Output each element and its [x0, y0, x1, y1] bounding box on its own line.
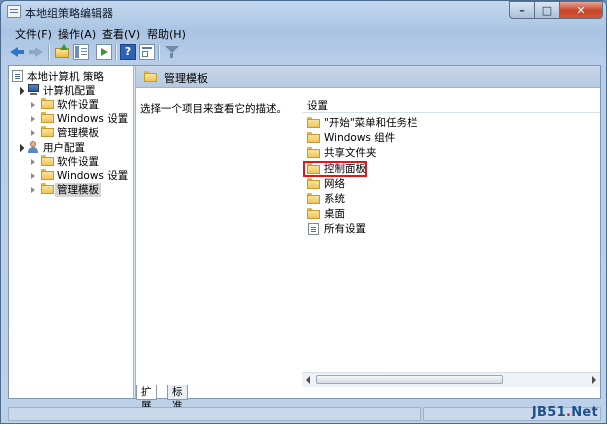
tree-node-label: 软件设置 [57, 99, 99, 111]
folder-icon [307, 147, 320, 158]
scrollbar-thumb[interactable] [316, 375, 503, 384]
content-area: 本地计算机 策略 计算机配置 软件设置 Windows 设置 管理模板 用户配置… [8, 65, 601, 399]
folder-icon [307, 117, 320, 128]
policy-doc-icon [12, 70, 23, 82]
list-item-label: 所有设置 [324, 223, 366, 235]
scroll-left-icon[interactable] [306, 376, 310, 384]
tab-standard[interactable]: 标准 [167, 385, 188, 412]
show-tree-icon[interactable] [73, 44, 89, 60]
menu-action[interactable]: 操作(A) [58, 26, 96, 42]
window-controls: – □ ✕ [509, 1, 603, 20]
collapsed-caret-icon[interactable] [31, 173, 35, 179]
list-item-label: 共享文件夹 [324, 147, 377, 159]
settings-doc-icon [308, 223, 319, 235]
watermark: JB51.Net [532, 405, 598, 420]
collapsed-caret-icon[interactable] [31, 130, 35, 136]
close-button[interactable]: ✕ [560, 1, 603, 19]
folder-icon [41, 169, 54, 180]
folder-icon [144, 71, 157, 82]
tree-node-label: 软件设置 [57, 156, 99, 168]
filter-icon[interactable] [164, 44, 180, 60]
details-header: 管理模板 [136, 66, 600, 88]
description-text: 选择一个项目来查看它的描述。 [140, 103, 287, 115]
folder-icon [41, 183, 54, 194]
folder-icon [307, 178, 320, 189]
export-list-icon[interactable] [96, 44, 112, 60]
toolbar-divider [48, 45, 49, 61]
column-header-label: 设置 [307, 100, 328, 112]
toolbar: ? [1, 41, 606, 65]
help-icon[interactable]: ? [120, 44, 136, 60]
forward-arrow-icon[interactable] [28, 44, 44, 60]
column-header-setting[interactable]: 设置 [302, 95, 600, 113]
highlight-box [303, 161, 367, 177]
folder-icon [307, 208, 320, 219]
navigation-tree[interactable]: 本地计算机 策略 计算机配置 软件设置 Windows 设置 管理模板 用户配置… [9, 66, 133, 398]
tree-node-label: 管理模板 [55, 183, 101, 197]
list-item-label: 网络 [324, 178, 345, 190]
folder-icon [307, 132, 320, 143]
tree-node-label: Windows 设置 [57, 113, 129, 125]
collapsed-caret-icon[interactable] [31, 159, 35, 165]
window: 本地组策略编辑器 – □ ✕ 文件(F) 操作(A) 查看(V) 帮助(H) ?… [0, 0, 607, 424]
menu-bar: 文件(F) 操作(A) 查看(V) 帮助(H) [1, 23, 606, 42]
expanded-caret-icon[interactable] [15, 86, 25, 96]
back-arrow-icon[interactable] [9, 44, 25, 60]
tab-extended[interactable]: 扩展 [136, 385, 157, 412]
folder-icon [41, 155, 54, 166]
list-item-label: "开始"菜单和任务栏 [324, 117, 418, 129]
details-pane: 管理模板 选择一个项目来查看它的描述。 设置 "开始"菜单和任务栏 Window… [136, 66, 600, 398]
status-bar [1, 401, 606, 423]
toolbar-divider [115, 45, 116, 61]
folder-icon [41, 126, 54, 137]
menu-view[interactable]: 查看(V) [102, 26, 140, 42]
app-icon [7, 5, 21, 18]
collapsed-caret-icon[interactable] [31, 102, 35, 108]
maximize-button[interactable]: □ [535, 1, 560, 19]
tree-node-label: 本地计算机 策略 [27, 71, 104, 83]
status-cell [8, 407, 421, 421]
scroll-right-icon[interactable] [592, 376, 596, 384]
window-title: 本地组策略编辑器 [25, 7, 113, 20]
watermark-text: JB51 [531, 405, 566, 420]
list-item-label: 系统 [324, 193, 345, 205]
menu-file[interactable]: 文件(F) [15, 26, 52, 42]
list-item-label: 桌面 [324, 208, 345, 220]
folder-icon [307, 193, 320, 204]
tree-node-label: Windows 设置 [57, 170, 129, 182]
menu-help[interactable]: 帮助(H) [147, 26, 186, 42]
collapsed-caret-icon[interactable] [31, 187, 35, 193]
tree-node-label: 计算机配置 [43, 85, 96, 97]
title-bar[interactable]: 本地组策略编辑器 – □ ✕ [1, 1, 606, 23]
toolbar-divider [158, 45, 159, 61]
folder-icon [41, 98, 54, 109]
user-icon [27, 141, 40, 153]
folder-icon [41, 112, 54, 123]
tree-node-label: 用户配置 [43, 142, 85, 154]
expanded-caret-icon[interactable] [15, 143, 25, 153]
details-header-title: 管理模板 [164, 72, 208, 85]
properties-icon[interactable] [139, 44, 155, 60]
watermark-suffix: Net [571, 405, 598, 420]
minimize-button[interactable]: – [509, 1, 535, 19]
list-item-label: Windows 组件 [324, 132, 396, 144]
horizontal-scrollbar[interactable] [302, 372, 600, 387]
computer-icon [27, 84, 40, 95]
tree-node-label: 管理模板 [57, 127, 99, 139]
collapsed-caret-icon[interactable] [31, 116, 35, 122]
up-folder-icon[interactable] [54, 44, 70, 60]
